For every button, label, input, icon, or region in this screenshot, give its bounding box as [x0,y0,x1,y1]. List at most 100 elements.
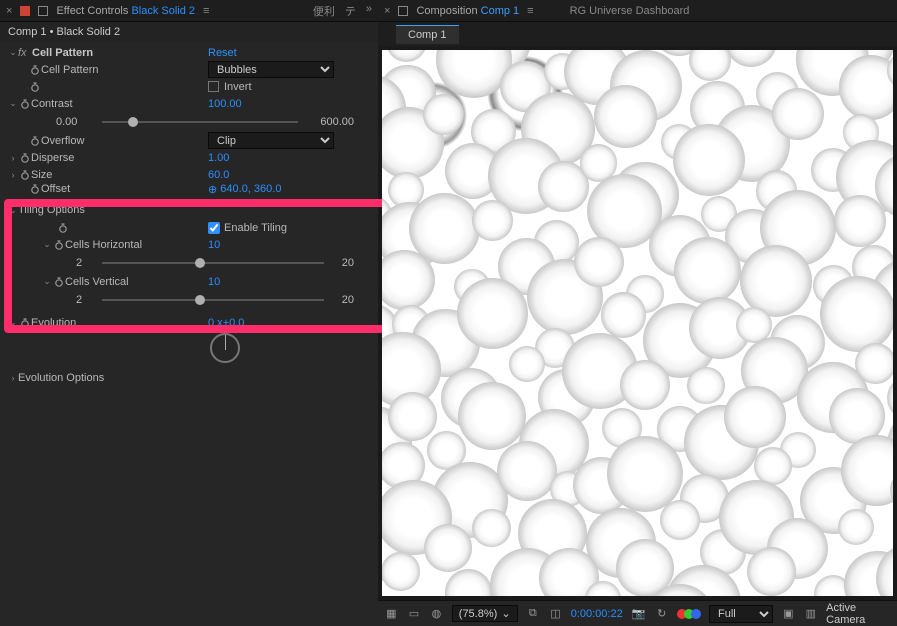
zoom-dropdown[interactable]: (75.8%) ⌄ [452,605,518,622]
twirl-down-icon[interactable]: ⌄ [42,276,52,287]
extra-tab-1[interactable]: 便利 [313,3,335,19]
panel-icon[interactable] [398,6,408,16]
stopwatch-icon[interactable] [18,153,31,163]
twirl-down-icon[interactable]: ⌄ [8,205,18,216]
stopwatch-icon[interactable] [18,318,31,328]
slider-min: 2 [76,257,96,269]
evolution-deg[interactable]: +0.0 [223,317,245,329]
stopwatch-icon[interactable] [28,65,41,75]
viewer-footer: ▦ ▭ ◍ (75.8%) ⌄ ⧉ ◫ 0:00:00:22 📷 ↻ Full … [378,600,897,626]
evolution-options-label: Evolution Options [18,372,104,384]
twirl-right-icon[interactable]: › [8,153,18,163]
reset-button[interactable]: Reset [208,47,237,59]
twirl-down-icon[interactable]: ⌄ [42,239,52,250]
cells-vertical-value[interactable]: 10 [208,276,220,288]
tiling-options-header[interactable]: ⌄ Tiling Options [0,201,378,219]
overflow-dropdown[interactable]: Clip [208,132,334,149]
stopwatch-icon[interactable] [18,99,31,109]
cell-pattern-dropdown[interactable]: Bubbles [208,61,334,78]
prop-label: Disperse [31,152,74,164]
prop-invert: Invert [0,78,378,95]
effect-header-row[interactable]: ⌄ fx Cell Pattern Reset [0,44,378,61]
disperse-value[interactable]: 1.00 [208,152,229,164]
slider-handle-icon[interactable] [195,295,205,305]
enable-tiling-checkbox[interactable] [208,222,220,234]
dashboard-tab[interactable]: RG Universe Dashboard [570,5,690,17]
offset-value[interactable]: 640.0, 360.0 [220,183,281,195]
resolution-icon[interactable]: ⧉ [526,606,541,622]
cells-horizontal-value[interactable]: 10 [208,239,220,251]
twirl-down-icon[interactable]: ⌄ [8,98,18,109]
twirl-down-icon[interactable]: ⌄ [8,47,18,58]
stopwatch-icon[interactable] [28,82,41,92]
enable-tiling-label: Enable Tiling [224,222,287,234]
resolution-dropdown[interactable]: Full [709,605,773,623]
prop-offset: Offset ⊕ 640.0, 360.0 [0,183,378,195]
color-management-icon[interactable] [677,609,701,619]
panel-title-layer-link[interactable]: Black Solid 2 [131,5,195,17]
view-layout-icon[interactable]: ▥ [804,606,819,622]
prop-label: Size [31,169,52,181]
active-camera-dropdown[interactable]: Active Camera [826,602,891,626]
twirl-down-icon[interactable]: ⌄ [8,317,18,328]
stopwatch-icon[interactable] [52,277,65,287]
tiling-options-label: Tiling Options [18,204,85,216]
stopwatch-icon[interactable] [52,240,65,250]
more-tabs-icon[interactable]: » [366,3,372,19]
contrast-slider[interactable]: 0.00 600.00 [0,112,378,132]
stopwatch-icon[interactable] [28,184,41,194]
evolution-angle-control[interactable] [210,333,240,363]
extra-tab-2[interactable]: テ [345,3,356,19]
prop-label: Overflow [41,135,84,147]
prop-size: › Size 60.0 [0,166,378,183]
show-snapshot-icon[interactable]: ↻ [654,606,669,622]
prop-cell-pattern: Cell Pattern Bubbles [0,61,378,78]
panel-menu-icon[interactable]: ≡ [203,5,209,17]
panel-icon[interactable] [38,6,48,16]
slider-track[interactable] [102,299,324,301]
size-value[interactable]: 60.0 [208,169,229,181]
panel-title: Composition Comp 1 [416,5,519,17]
panel-title-comp-link[interactable]: Comp 1 [481,5,520,17]
contrast-value[interactable]: 100.00 [208,98,242,110]
comp-tab[interactable]: Comp 1 [396,25,459,44]
snapshot-icon[interactable]: 📷 [631,606,647,622]
region-icon[interactable]: ◫ [548,606,563,622]
prop-label: Cell Pattern [41,64,98,76]
twirl-right-icon[interactable]: › [8,373,18,383]
slider-max: 600.00 [304,116,354,128]
prop-evolution-options[interactable]: › Evolution Options [0,369,378,386]
panel-close-icon[interactable]: × [384,5,390,17]
stopwatch-icon[interactable] [18,170,31,180]
prop-label: Cells Vertical [65,276,129,288]
mask-icon[interactable]: ◍ [429,606,444,622]
slider-track[interactable] [102,262,324,264]
chevron-down-icon: ⌄ [501,607,510,620]
slider-handle-icon[interactable] [128,117,138,127]
anchor-point-icon[interactable]: ⊕ [208,183,217,195]
composition-viewer[interactable] [378,46,897,600]
stopwatch-icon[interactable] [28,136,41,146]
viewer-canvas[interactable] [382,50,893,596]
exposure-icon[interactable]: ▣ [781,606,796,622]
grid-icon[interactable]: ▦ [384,606,399,622]
cells-vertical-slider[interactable]: 2 20 [0,290,378,310]
slider-handle-icon[interactable] [195,258,205,268]
breadcrumb: Comp 1 • Black Solid 2 [0,22,378,42]
panel-title-text: Composition [416,5,477,17]
toggle-transparency-icon[interactable]: ▭ [407,606,422,622]
slider-min: 2 [76,294,96,306]
current-time[interactable]: 0:00:00:22 [571,608,623,620]
twirl-right-icon[interactable]: › [8,170,18,180]
evolution-revs[interactable]: 0 x [208,317,223,329]
effect-properties: ⌄ fx Cell Pattern Reset Cell Pattern Bub… [0,42,378,626]
panel-close-icon[interactable]: × [6,5,12,17]
stopwatch-icon[interactable] [56,223,69,233]
slider-track[interactable] [102,121,298,123]
effect-controls-tab-bar: × Effect Controls Black Solid 2 ≡ 便利 テ » [0,0,378,22]
cells-horizontal-slider[interactable]: 2 20 [0,253,378,273]
invert-checkbox[interactable] [208,81,219,92]
fx-badge-icon[interactable]: fx [18,47,32,59]
prop-overflow: Overflow Clip [0,132,378,149]
panel-menu-icon[interactable]: ≡ [527,5,533,17]
